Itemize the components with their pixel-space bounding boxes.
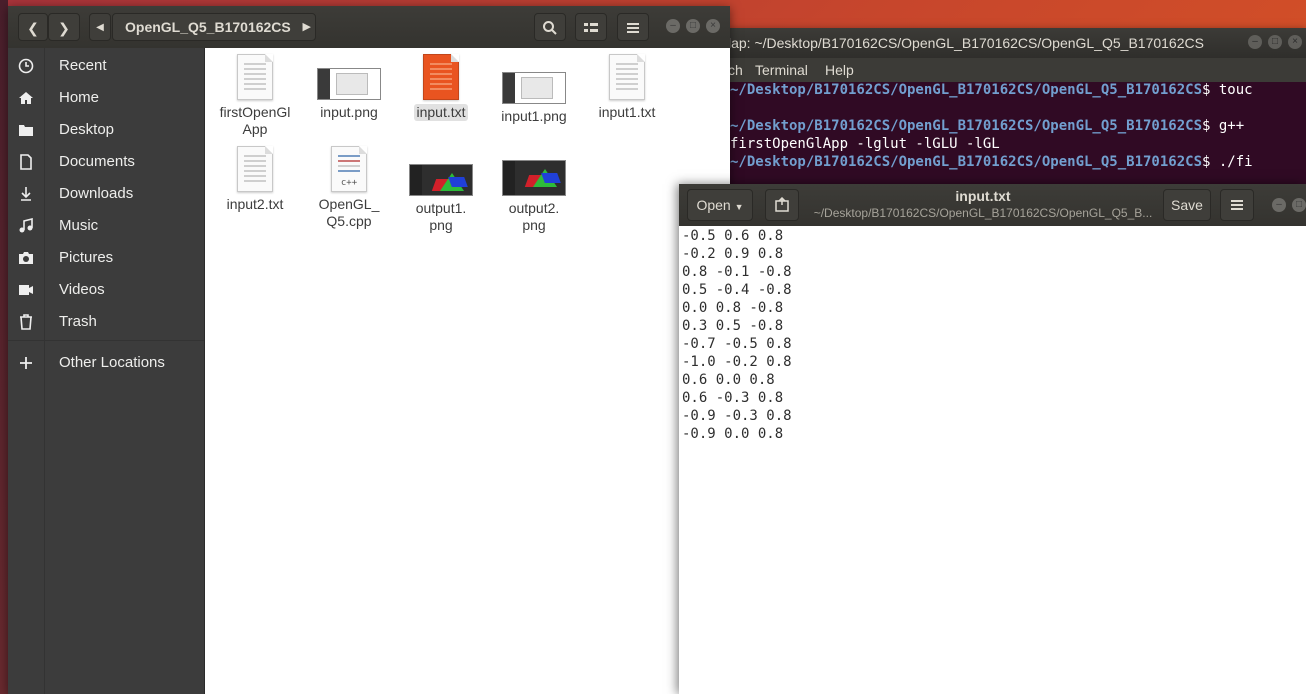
chevron-right-icon: ❯ [58,20,70,36]
maximize-icon[interactable]: □ [1268,35,1282,49]
image-thumbnail-icon [502,160,566,196]
file-item[interactable]: input2.txt [209,146,301,214]
terminal-output[interactable]: ~/Desktop/B170162CS/OpenGL_B170162CS/Ope… [700,82,1306,188]
file-manager-headerbar: ❮ ❯ ◀ OpenGL_Q5_B170162CS ▶ – □ × [8,6,730,48]
terminal-window[interactable]: lap: ~/Desktop/B170162CS/OpenGL_B170162C… [700,28,1306,188]
minimize-icon[interactable]: – [666,19,680,33]
download-icon [21,187,31,201]
save-button[interactable]: Save [1163,189,1211,221]
places-sidebar: Recent Home Desktop Documents Downloads … [8,48,205,694]
sidebar-separator [8,340,204,341]
view-toggle-button[interactable] [575,13,607,41]
gedit-menu-button[interactable] [1220,189,1254,221]
sidebar-item-recent[interactable]: Recent [8,51,204,81]
sidebar-item-downloads[interactable]: Downloads [8,179,204,209]
video-icon [19,285,33,295]
breadcrumb[interactable]: OpenGL_Q5_B170162CS ▶ [112,13,316,41]
close-icon[interactable]: × [1288,35,1302,49]
terminal-line: ~/Desktop/B170162CS/OpenGL_B170162CS/Ope… [730,82,1253,98]
maximize-icon[interactable]: □ [686,19,700,33]
minimize-icon[interactable]: – [1272,198,1286,212]
file-item[interactable]: output1. png [395,146,487,235]
sidebar-item-other-locations[interactable]: Other Locations [8,348,204,378]
menu-terminal[interactable]: Terminal [755,58,808,82]
document-path: ~/Desktop/B170162CS/OpenGL_B170162CS/Ope… [813,206,1153,220]
chevron-left-icon: ❮ [27,20,39,36]
file-item[interactable]: output2. png [488,146,580,235]
document-title: input.txt [955,188,1011,204]
sidebar-item-documents[interactable]: Documents [8,147,204,177]
trash-icon [20,314,32,330]
file-item-selected[interactable]: input.txt [395,54,487,122]
text-editor-window-controls: – □ [1266,198,1306,216]
clock-icon [18,58,34,74]
cpp-badge: c++ [340,178,358,188]
open-button[interactable]: Open ▼ [687,189,753,221]
menu-help[interactable]: Help [825,58,854,82]
sidebar-item-music[interactable]: Music [8,211,204,241]
maximize-icon[interactable]: □ [1292,198,1306,212]
breadcrumb-current: OpenGL_Q5_B170162CS [125,19,291,35]
breadcrumb-left-button[interactable]: ◀ [89,13,111,41]
menu-search[interactable]: ch [728,58,743,82]
image-thumbnail-icon [317,68,381,100]
terminal-line: firstOpenGlApp -lglut -lGLU -lGL [730,136,1000,152]
sidebar-item-videos[interactable]: Videos [8,275,204,305]
text-file-icon [609,54,645,100]
music-icon [19,218,33,233]
text-file-icon [237,146,273,192]
file-item[interactable]: firstOpenGl App [209,54,301,139]
text-file-icon [423,54,459,100]
new-tab-button[interactable] [765,189,799,221]
sidebar-item-desktop[interactable]: Desktop [8,115,204,145]
menu-button[interactable] [617,13,649,41]
arrow-left-icon: ◀ [96,22,104,33]
file-item[interactable]: input1.png [488,54,580,126]
sidebar-item-home[interactable]: Home [8,83,204,113]
file-manager-window[interactable]: ❮ ❯ ◀ OpenGL_Q5_B170162CS ▶ – □ × Recent H… [8,6,730,694]
file-item[interactable]: input.png [303,54,395,122]
text-editor-content[interactable]: -0.5 0.6 0.8 -0.2 0.9 0.8 0.8 -0.1 -0.8 … [682,227,792,443]
launcher-dock [0,0,8,694]
terminal-line: ~/Desktop/B170162CS/OpenGL_B170162CS/Ope… [730,118,1245,134]
back-button[interactable]: ❮ [18,13,48,41]
document-icon [20,154,32,170]
sidebar-item-trash[interactable]: Trash [8,307,204,337]
text-editor-headerbar: Open ▼ input.txt ~/Desktop/B170162CS/Ope… [679,184,1306,226]
sidebar-item-pictures[interactable]: Pictures [8,243,204,273]
terminal-menubar: ch Terminal Help [700,58,1306,82]
cpp-file-icon: c++ [331,146,367,192]
arrow-right-icon[interactable]: ▶ [303,14,311,40]
minimize-icon[interactable]: – [1248,35,1262,49]
text-file-icon [237,54,273,100]
file-manager-window-controls: – □ × [660,19,720,37]
hamburger-icon [627,23,639,33]
terminal-title: lap: ~/Desktop/B170162CS/OpenGL_B170162C… [728,35,1204,51]
file-view[interactable]: firstOpenGl App input.png input.txt input… [205,48,730,694]
file-item[interactable]: c++ OpenGL_ Q5.cpp [303,146,395,231]
camera-icon [19,252,33,264]
forward-button[interactable]: ❯ [48,13,80,41]
dropdown-arrow-icon: ▼ [734,202,744,212]
home-icon [19,92,33,104]
terminal-line: ~/Desktop/B170162CS/OpenGL_B170162CS/Ope… [730,154,1253,170]
terminal-titlebar[interactable]: lap: ~/Desktop/B170162CS/OpenGL_B170162C… [700,28,1306,58]
search-button[interactable] [534,13,566,41]
search-icon [543,21,557,35]
file-item[interactable]: input1.txt [581,54,673,122]
plus-icon [20,357,32,369]
close-icon[interactable]: × [706,19,720,33]
image-thumbnail-icon [409,164,473,196]
folder-icon [19,125,33,136]
image-thumbnail-icon [502,72,566,104]
list-view-icon [584,23,598,32]
text-editor-window[interactable]: Open ▼ input.txt ~/Desktop/B170162CS/Ope… [679,184,1306,694]
new-document-icon [775,196,789,212]
hamburger-icon [1231,200,1243,210]
